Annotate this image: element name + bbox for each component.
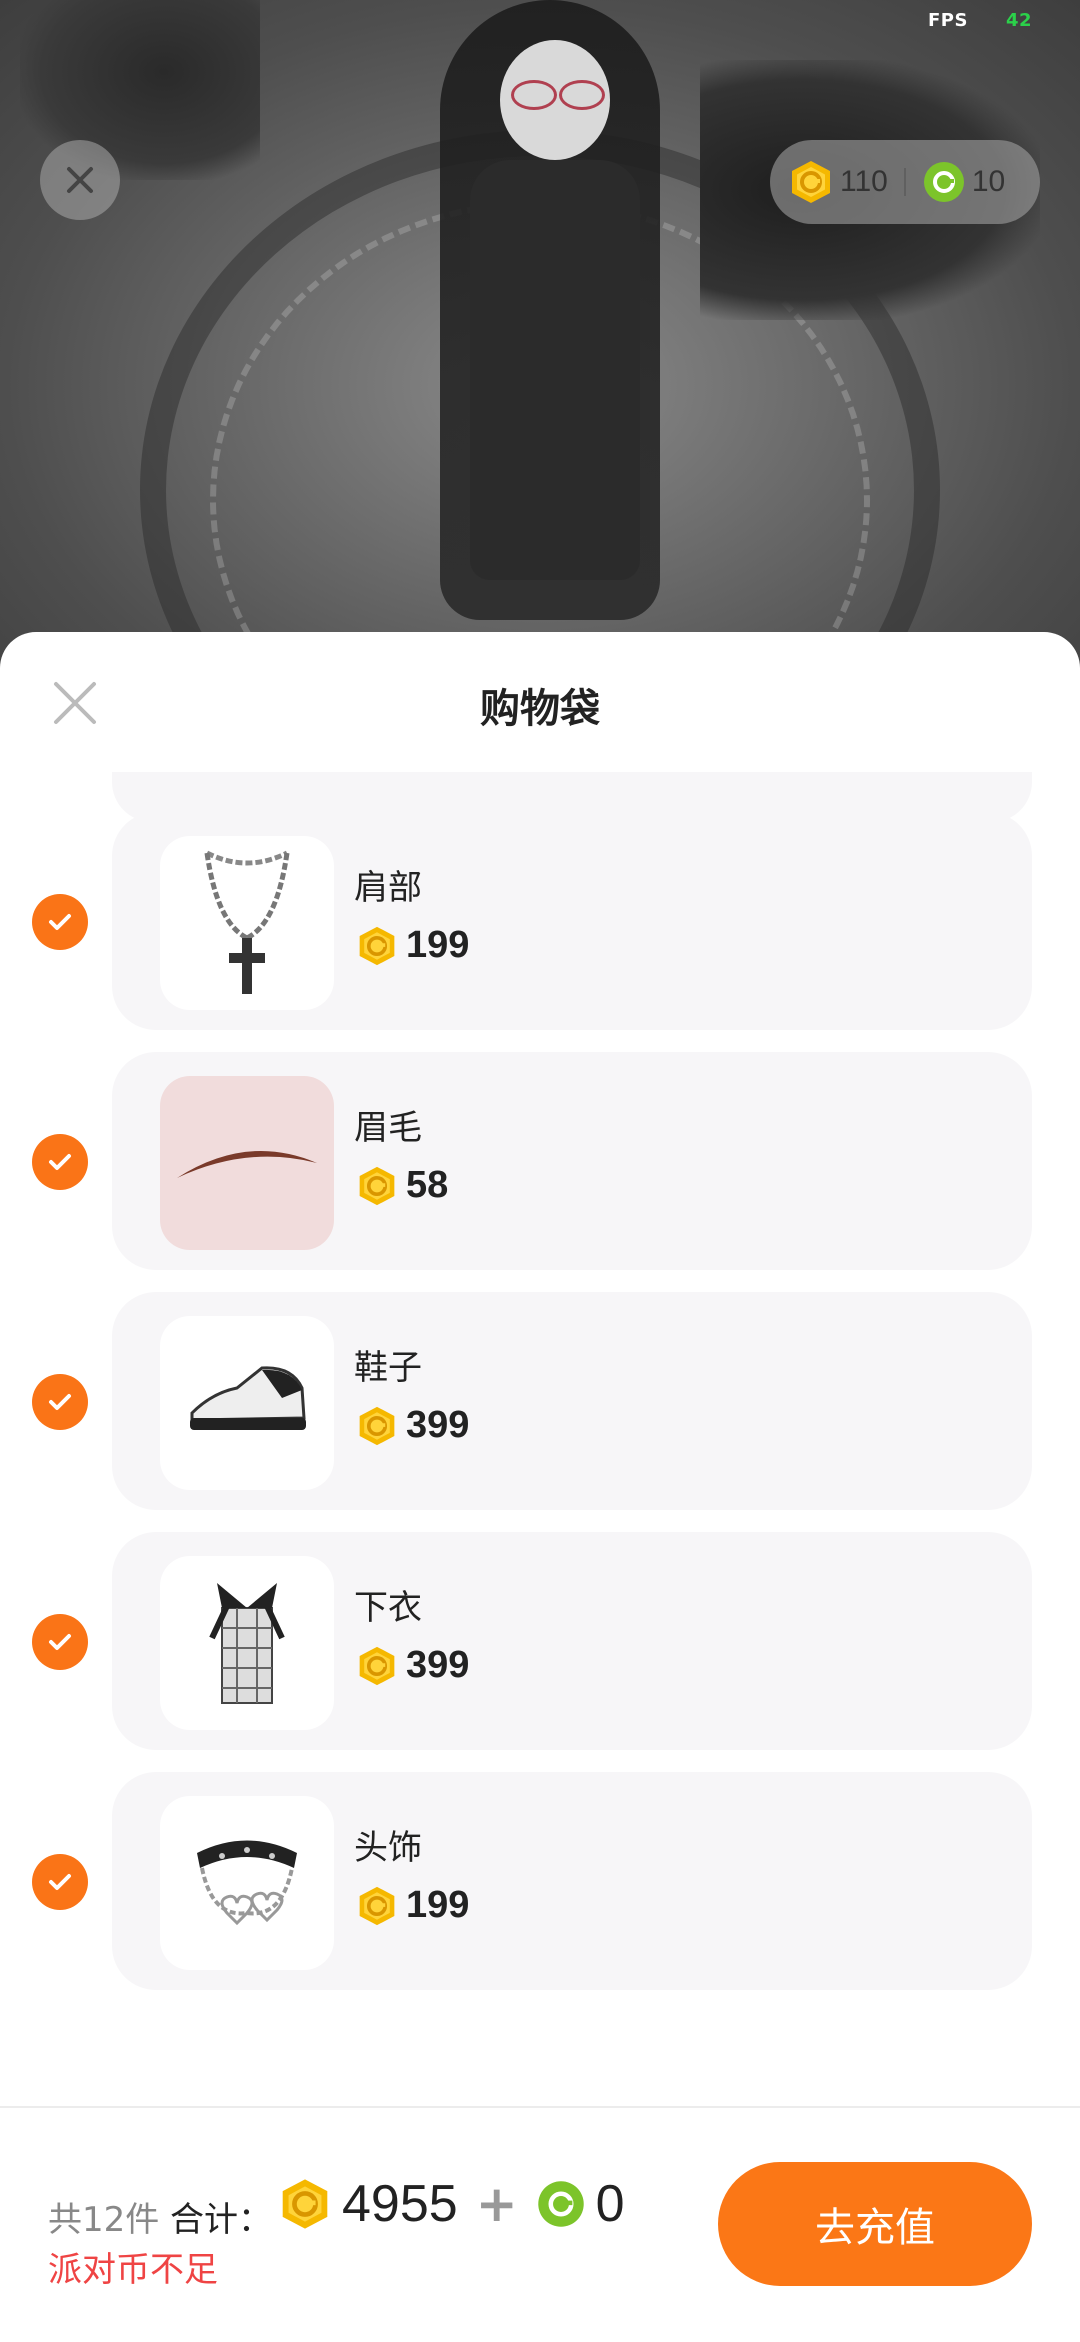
balance-divider [903, 168, 906, 196]
item-price-value: 199 [406, 1884, 470, 1926]
item-price-value: 399 [406, 1644, 470, 1686]
avatar-glasses [505, 80, 605, 110]
item-price-value: 199 [406, 924, 470, 966]
gold-balance: 110 [788, 159, 888, 205]
cart-item-list[interactable]: 肩部 199 眉毛 58 鞋子 399 下衣 399 头饰 199 [0, 772, 1080, 2102]
item-thumbnail [160, 836, 334, 1010]
preview-close-button[interactable] [40, 140, 120, 220]
gold-coin-icon [359, 926, 395, 965]
item-card[interactable]: 眉毛 58 [112, 1052, 1032, 1270]
item-card[interactable]: 肩部 199 [112, 812, 1032, 1030]
gold-coin-icon [359, 1166, 395, 1205]
eyebrow-image [177, 1151, 317, 1178]
total-label: 合计： [170, 2200, 272, 2240]
item-price-value: 58 [406, 1164, 449, 1206]
heart-choker-image [197, 1840, 297, 1926]
gold-coin-icon [359, 1406, 395, 1445]
item-thumbnail [160, 1316, 334, 1490]
item-card[interactable]: 头饰 199 [112, 1772, 1032, 1990]
checkout-bar: 共12件 合计： 4955 + 0 派对币不足 去充值 [0, 2106, 1080, 2342]
gold-coin-icon [792, 161, 830, 203]
item-name: 鞋子 [354, 1348, 422, 1388]
item-name: 眉毛 [354, 1108, 422, 1148]
item-price: 199 [356, 1884, 469, 1927]
insufficient-balance-warning: 派对币不足 [48, 2250, 218, 2290]
item-price: 399 [356, 1644, 469, 1687]
cross-necklace-image [204, 850, 290, 994]
green-balance-value: 10 [971, 165, 1006, 198]
list-item: 眉毛 58 [0, 1052, 1080, 1270]
list-item: 鞋子 399 [0, 1292, 1080, 1510]
fps-counter: FPS 42 [928, 10, 1032, 31]
item-count: 共12件 [48, 2200, 160, 2240]
currency-balance[interactable]: 110 10 [770, 140, 1040, 224]
green-total-value: 0 [595, 2175, 625, 2233]
checkmark-icon [49, 1394, 71, 1410]
checkmark-icon [49, 1874, 71, 1890]
gold-coin-icon [282, 2179, 328, 2229]
item-price: 399 [356, 1404, 469, 1447]
gold-balance-value: 110 [840, 165, 888, 198]
item-thumbnail [160, 1076, 334, 1250]
sheet-header: 购物袋 [0, 632, 1080, 772]
plaid-skirt-image [209, 1583, 285, 1704]
gold-coin-icon [359, 1646, 395, 1685]
sneaker-image [190, 1366, 306, 1430]
fps-value: 42 [1005, 10, 1033, 31]
item-name: 肩部 [354, 868, 422, 908]
avatar-preview-scene [0, 0, 1080, 700]
green-coin-icon [537, 2181, 584, 2227]
item-price-value: 399 [406, 1404, 470, 1446]
avatar-body [470, 160, 640, 580]
plus-sign: + [475, 2175, 518, 2233]
item-checkbox[interactable] [32, 1134, 88, 1190]
shopping-bag-sheet: 购物袋 肩部 199 眉毛 58 鞋子 399 下衣 399 头饰 199 [0, 632, 1080, 2340]
close-icon [67, 167, 93, 193]
item-checkbox[interactable] [32, 894, 88, 950]
list-item: 头饰 199 [0, 1772, 1080, 1990]
green-coin-icon [923, 162, 964, 202]
item-card[interactable]: 鞋子 399 [112, 1292, 1032, 1510]
item-name: 头饰 [354, 1828, 422, 1868]
item-checkbox[interactable] [32, 1614, 88, 1670]
item-thumbnail [160, 1556, 334, 1730]
sheet-title: 购物袋 [480, 686, 600, 732]
total-price: 4955 + 0 [278, 2174, 625, 2234]
list-item: 下衣 399 [0, 1532, 1080, 1750]
item-price: 199 [356, 924, 469, 967]
item-checkbox[interactable] [32, 1374, 88, 1430]
recharge-button[interactable]: 去充值 [718, 2162, 1032, 2286]
list-item: 肩部 199 [0, 812, 1080, 1030]
item-price: 58 [356, 1164, 448, 1207]
fps-label: FPS [928, 10, 968, 31]
green-balance: 10 [922, 160, 1005, 204]
checkmark-icon [49, 1154, 71, 1170]
checkmark-icon [49, 914, 71, 930]
item-name: 下衣 [354, 1588, 422, 1628]
item-checkbox[interactable] [32, 1854, 88, 1910]
gold-total-value: 4955 [342, 2175, 458, 2233]
checkmark-icon [49, 1634, 71, 1650]
gold-coin-icon [359, 1886, 395, 1925]
item-card[interactable]: 下衣 399 [112, 1532, 1032, 1750]
item-thumbnail [160, 1796, 334, 1970]
